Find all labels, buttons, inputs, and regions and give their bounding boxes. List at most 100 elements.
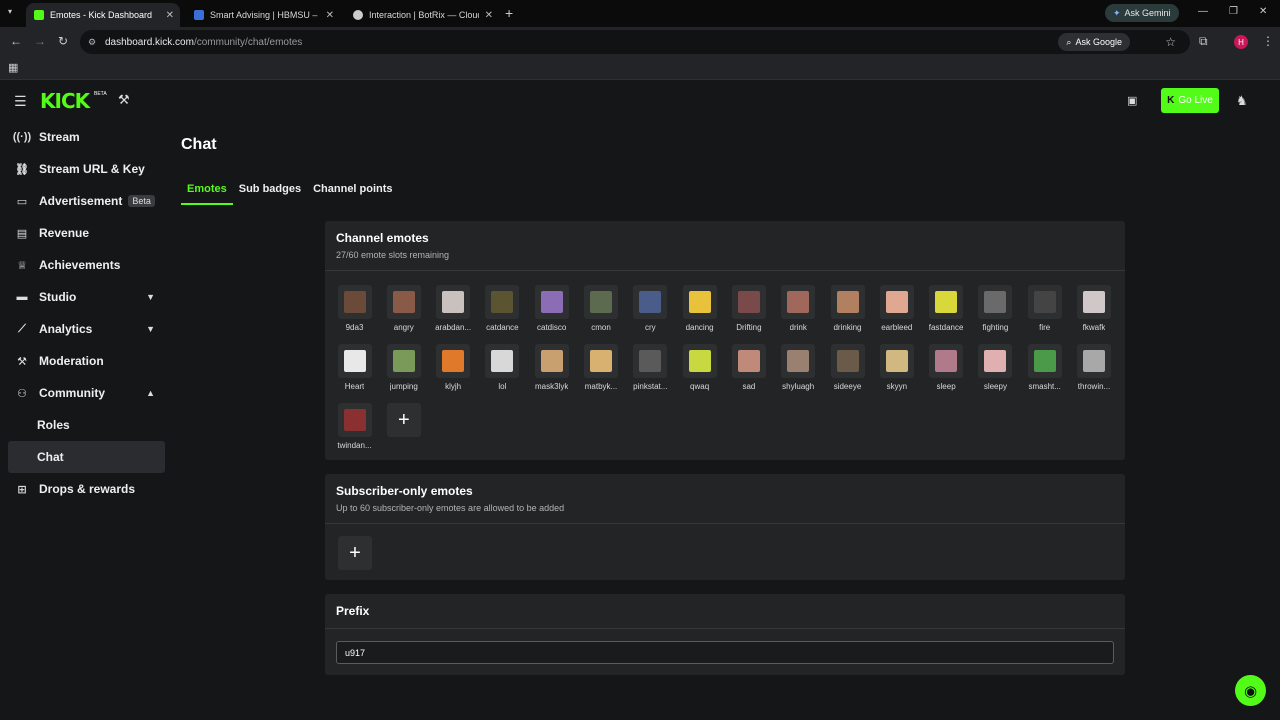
emote-item[interactable]: sad xyxy=(724,344,773,391)
emote-name: sideeye xyxy=(833,382,862,391)
emote-item[interactable]: smasht... xyxy=(1020,344,1069,391)
browser-tab-kick[interactable]: Emotes - Kick Dashboard ✕ xyxy=(26,3,180,27)
emote-item[interactable]: Heart xyxy=(330,344,379,391)
close-window-icon[interactable]: ✕ xyxy=(1259,6,1267,17)
sidebar-item-moderation[interactable]: ⚒ Moderation xyxy=(8,345,165,377)
sidebar-item-stream[interactable]: ((·)) Stream xyxy=(8,121,165,153)
emote-item[interactable]: fighting xyxy=(971,285,1020,332)
emote-image xyxy=(485,344,520,378)
emote-item[interactable]: qwaq xyxy=(675,344,724,391)
emote-item[interactable]: fastdance xyxy=(922,285,971,332)
minimize-icon[interactable]: — xyxy=(1198,6,1208,17)
emote-item[interactable]: sleep xyxy=(922,344,971,391)
sidebar-item-roles[interactable]: Roles xyxy=(8,409,165,441)
new-tab-icon[interactable]: + xyxy=(505,5,513,21)
sidebar-item-studio[interactable]: ▬ Studio ▼ xyxy=(8,281,165,313)
emote-item[interactable]: shyluagh xyxy=(774,344,823,391)
emote-item[interactable]: jumping xyxy=(379,344,428,391)
emote-item[interactable]: matbyk... xyxy=(577,344,626,391)
browser-toolbar: ← → ↻ ⚙ dashboard.kick.com/community/cha… xyxy=(0,27,1280,57)
emote-item[interactable]: earbleed xyxy=(872,285,921,332)
restore-icon[interactable]: ❐ xyxy=(1229,6,1238,17)
emote-name: fkwafk xyxy=(1082,323,1106,332)
emote-item[interactable]: cmon xyxy=(577,285,626,332)
close-tab-icon[interactable]: ✕ xyxy=(166,10,174,21)
browser-tab-title: Smart Advising | HBMSU – UAE xyxy=(210,10,320,20)
sidebar-item-revenue[interactable]: ▤ Revenue xyxy=(8,217,165,249)
emote-item[interactable]: catdance xyxy=(478,285,527,332)
tab-search-icon[interactable]: ▾ xyxy=(8,7,12,16)
hamburger-menu-icon[interactable]: ☰ xyxy=(14,93,27,110)
sidebar-item-analytics[interactable]: ⟋ Analytics ▼ xyxy=(8,313,165,345)
emote-image xyxy=(929,344,964,378)
kick-logo[interactable]: KICK xyxy=(40,89,90,113)
sidebar-item-stream-url-key[interactable]: ⛓ Stream URL & Key xyxy=(8,153,165,185)
sidebar-item-chat[interactable]: Chat xyxy=(8,441,165,473)
sidebar-item-drops-rewards[interactable]: ⊞ Drops & rewards xyxy=(8,473,165,505)
emote-name: catdance xyxy=(486,323,519,332)
address-bar[interactable]: ⚙ dashboard.kick.com/community/chat/emot… xyxy=(80,30,1190,54)
url-text: dashboard.kick.com/community/chat/emotes xyxy=(105,37,302,48)
user-menu-icon[interactable]: ♞ xyxy=(1236,93,1248,109)
ask-google-button[interactable]: ⌕ Ask Google xyxy=(1058,33,1130,51)
emote-image xyxy=(781,344,816,378)
creator-tools-icon[interactable]: ⚒ xyxy=(118,92,130,108)
tab-emotes[interactable]: Emotes xyxy=(181,180,233,205)
emote-item[interactable]: sideeye xyxy=(823,344,872,391)
hbmsu-favicon-icon xyxy=(194,10,204,20)
emote-item[interactable]: 9da3 xyxy=(330,285,379,332)
emote-item[interactable]: mask3lyk xyxy=(527,344,576,391)
emote-item[interactable]: Drifting xyxy=(724,285,773,332)
forward-icon[interactable]: → xyxy=(34,34,46,48)
emote-name: sleep xyxy=(936,382,956,391)
emote-item[interactable]: cry xyxy=(626,285,675,332)
emote-item[interactable]: skyyn xyxy=(872,344,921,391)
emote-item[interactable]: sleepy xyxy=(971,344,1020,391)
emote-image xyxy=(731,285,766,319)
prefix-input[interactable] xyxy=(336,641,1114,664)
emote-item[interactable]: drinking xyxy=(823,285,872,332)
emote-name: pinkstat... xyxy=(633,382,668,391)
emote-item[interactable]: catdisco xyxy=(527,285,576,332)
add-channel-emote-button[interactable]: + xyxy=(386,403,421,437)
emote-item[interactable]: angry xyxy=(379,285,428,332)
sidebar-item-label: Community xyxy=(39,386,105,400)
close-tab-icon[interactable]: ✕ xyxy=(326,10,334,21)
emote-name: earbleed xyxy=(881,323,913,332)
help-chat-button[interactable]: ◉ xyxy=(1235,675,1266,706)
extensions-icon[interactable]: ⧉ xyxy=(1199,34,1208,49)
emote-item[interactable]: lol xyxy=(478,344,527,391)
browser-tab-title: Emotes - Kick Dashboard xyxy=(50,10,153,20)
tab-channel-points[interactable]: Channel points xyxy=(307,180,398,205)
tab-sub-badges[interactable]: Sub badges xyxy=(233,180,307,205)
site-info-icon[interactable]: ⚙ xyxy=(88,37,96,48)
ask-google-label: Ask Google xyxy=(1075,37,1122,47)
back-icon[interactable]: ← xyxy=(10,34,22,48)
emote-item[interactable]: pinkstat... xyxy=(626,344,675,391)
sidebar-item-community[interactable]: ⚇ Community ▲ xyxy=(8,377,165,409)
menu-dots-icon[interactable]: ⋮ xyxy=(1262,34,1274,48)
go-live-button[interactable]: K Go Live xyxy=(1161,88,1219,113)
emote-item[interactable]: fkwafk xyxy=(1070,285,1119,332)
camera-icon[interactable]: ▣ xyxy=(1127,94,1137,107)
close-tab-icon[interactable]: ✕ xyxy=(485,10,493,21)
bookmark-star-icon[interactable]: ☆ xyxy=(1165,35,1176,49)
reload-icon[interactable]: ↻ xyxy=(58,34,68,48)
emote-item[interactable]: klyjh xyxy=(429,344,478,391)
page-tabs: Emotes Sub badges Channel points xyxy=(181,180,399,206)
emote-item[interactable]: fire xyxy=(1020,285,1069,332)
browser-tab-botrix[interactable]: Interaction | BotRix — Cloud Stre... ✕ xyxy=(345,3,499,27)
apps-grid-icon[interactable]: ▦ xyxy=(8,61,18,74)
add-subscriber-emote-button[interactable]: + xyxy=(338,536,372,570)
emote-item[interactable]: dancing xyxy=(675,285,724,332)
channel-emotes-card: Channel emotes 27/60 emote slots remaini… xyxy=(325,221,1125,460)
browser-tab-hbmsu[interactable]: Smart Advising | HBMSU – UAE ✕ xyxy=(186,3,340,27)
emote-item[interactable]: twindan... xyxy=(330,403,379,450)
profile-avatar[interactable]: H xyxy=(1234,35,1248,49)
emote-item[interactable]: arabdan... xyxy=(429,285,478,332)
emote-item[interactable]: drink xyxy=(774,285,823,332)
sidebar-item-achievements[interactable]: ♕ Achievements xyxy=(8,249,165,281)
ask-gemini-button[interactable]: ✦ Ask Gemini xyxy=(1105,4,1179,22)
emote-item[interactable]: throwin... xyxy=(1070,344,1119,391)
sidebar-item-advertisement[interactable]: ▭ Advertisement Beta xyxy=(8,185,165,217)
